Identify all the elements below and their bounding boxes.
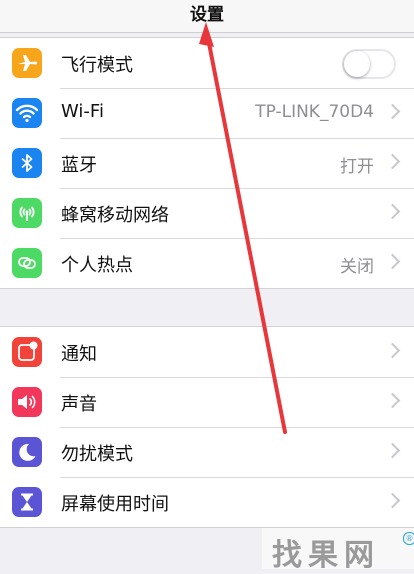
watermark: 找果网 ® [262, 528, 414, 573]
red-arrow-annotation [199, 22, 287, 434]
watermark-text: 找果网 [272, 538, 380, 573]
registered-mark: ® [403, 532, 414, 545]
